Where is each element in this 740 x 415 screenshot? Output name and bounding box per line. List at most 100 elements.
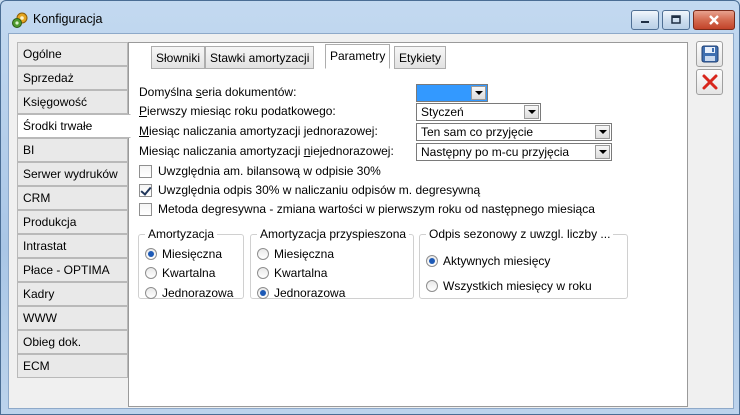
label-text: iesiąc naliczania amortyzacji jednorazow… (149, 124, 378, 138)
seria-select[interactable] (416, 84, 488, 102)
sidebar-item-crm[interactable]: CRM (17, 186, 128, 210)
sidebar-item-label: WWW (23, 311, 57, 325)
tab-stawki-amortyzacji[interactable]: Stawki amortyzacji (205, 46, 315, 69)
cancel-button[interactable] (696, 69, 723, 95)
checkbox-box[interactable] (139, 164, 152, 178)
tab-parametry[interactable]: Parametry (325, 44, 391, 69)
sidebar-item-label: Produkcja (23, 215, 77, 229)
jednorazowej-select[interactable]: Ten sam co przyjęcie (416, 123, 612, 141)
radio-label: Kwartalna (162, 266, 216, 280)
radio-przysp-miesieczna[interactable]: Miesięczna (257, 247, 334, 261)
radio-selected-icon[interactable] (145, 248, 157, 260)
sidebar-item-www[interactable]: WWW (17, 306, 128, 330)
group-amortyzacja-przyspieszona: Amortyzacja przyspieszona Miesięczna Kwa… (250, 227, 414, 300)
sidebar-item-bi[interactable]: BI (17, 138, 128, 162)
sidebar-item-ksiegowosc[interactable]: Księgowość (17, 90, 128, 114)
sidebar-item-srodki-trwale[interactable]: Środki trwałe (17, 114, 131, 138)
save-button[interactable] (696, 41, 723, 67)
radio-aktywnych-miesiecy[interactable]: Aktywnych miesięcy (426, 254, 550, 268)
checkbox-checked-icon[interactable] (139, 183, 152, 197)
group-title: Amortyzacja (145, 227, 218, 241)
maximize-button[interactable] (662, 10, 690, 30)
label-text: Miesiąc naliczania amortyzacji (139, 144, 304, 158)
radio-selected-icon[interactable] (257, 287, 269, 299)
minimize-button[interactable] (631, 10, 659, 30)
configuration-window: Konfiguracja Ogólne Sprzedaż Księgowość … (0, 0, 740, 415)
label-text: Domyślna (139, 85, 196, 99)
group-title: Odpis sezonowy z uwzgl. liczby ... (426, 227, 614, 241)
seria-label: Domyślna seria dokumentów: (139, 85, 296, 99)
sidebar-item-label: CRM (23, 191, 51, 205)
radio-icon[interactable] (257, 267, 269, 279)
pierwszy-label: Pierwszy miesiąc roku podatkowego: (139, 104, 336, 118)
niejednorazowej-label: Miesiąc naliczania amortyzacji niejednor… (139, 144, 394, 158)
chevron-down-icon[interactable] (471, 86, 486, 100)
sidebar-item-intrastat[interactable]: Intrastat (17, 234, 128, 258)
settings-panel: Słowniki Stawki amortyzacji Parametry Et… (128, 42, 688, 407)
chevron-down-icon[interactable] (595, 145, 610, 159)
checkbox-label: Metoda degresywna - zmiana wartości w pi… (158, 202, 595, 216)
label-text: iejednorazowej: (310, 144, 394, 158)
radio-amort-miesieczna[interactable]: Miesięczna (145, 247, 222, 261)
radio-selected-icon[interactable] (426, 255, 438, 267)
radio-amort-kwartalna[interactable]: Kwartalna (145, 266, 215, 280)
checkbox-label: Uwzględnia odpis 30% w naliczaniu odpisó… (158, 183, 481, 197)
radio-wszystkich-miesiecy[interactable]: Wszystkich miesięcy w roku (426, 279, 592, 293)
tab-etykiety[interactable]: Etykiety (394, 46, 447, 69)
close-icon (709, 15, 719, 25)
checkbox-metoda-degresywna[interactable]: Metoda degresywna - zmiana wartości w pi… (139, 202, 595, 216)
tab-slowniki[interactable]: Słowniki (151, 46, 206, 69)
sidebar-item-label: BI (23, 143, 35, 157)
radio-icon[interactable] (145, 267, 157, 279)
checkbox-box[interactable] (139, 202, 152, 216)
radio-label: Miesięczna (162, 247, 223, 261)
close-button[interactable] (693, 10, 735, 30)
group-odpis-sezonowy: Odpis sezonowy z uwzgl. liczby ... Aktyw… (419, 227, 628, 299)
select-value: Styczeń (421, 105, 464, 119)
jednorazowej-label: Miesiąc naliczania amortyzacji jednorazo… (139, 124, 378, 138)
title-bar[interactable]: Konfiguracja (1, 1, 739, 33)
sidebar-item-kadry[interactable]: Kadry (17, 282, 128, 306)
radio-icon[interactable] (426, 280, 438, 292)
sidebar: Ogólne Sprzedaż Księgowość Środki trwałe… (17, 42, 131, 378)
label-text: eria dokumentów: (201, 85, 297, 99)
sidebar-item-label: Kadry (23, 287, 55, 301)
tab-label: Słowniki (156, 51, 201, 65)
tab-label: Etykiety (399, 51, 442, 65)
client-area: Ogólne Sprzedaż Księgowość Środki trwałe… (8, 33, 734, 409)
sidebar-item-label: Obieg dok. (23, 335, 82, 349)
chevron-down-icon[interactable] (595, 125, 610, 139)
radio-icon[interactable] (145, 287, 157, 299)
sidebar-item-ogolne[interactable]: Ogólne (17, 42, 128, 66)
sidebar-item-label: Serwer wydruków (23, 167, 118, 181)
radio-label: Jednorazowa (162, 286, 234, 300)
radio-amort-jednorazowa[interactable]: Jednorazowa (145, 286, 233, 300)
radio-label: Jednorazowa (274, 286, 346, 300)
radio-icon[interactable] (257, 248, 269, 260)
select-value: Ten sam co przyjęcie (421, 125, 534, 139)
sidebar-item-serwer-wydrukow[interactable]: Serwer wydruków (17, 162, 128, 186)
minimize-icon (641, 21, 649, 23)
radio-przysp-jednorazowa[interactable]: Jednorazowa (257, 286, 345, 300)
radio-przysp-kwartalna[interactable]: Kwartalna (257, 266, 327, 280)
checkbox-bilansowa[interactable]: Uwzględnia am. bilansową w odpisie 30% (139, 164, 381, 178)
sidebar-item-label: Płace - OPTIMA (23, 263, 110, 277)
sidebar-item-ecm[interactable]: ECM (17, 354, 128, 378)
select-value: Następny po m-cu przyjęcia (421, 145, 570, 159)
sidebar-item-sprzedaz[interactable]: Sprzedaż (17, 66, 128, 90)
group-title: Amortyzacja przyspieszona (257, 227, 410, 241)
sidebar-item-produkcja[interactable]: Produkcja (17, 210, 128, 234)
sidebar-item-place-optima[interactable]: Płace - OPTIMA (17, 258, 128, 282)
niejednorazowej-select[interactable]: Następny po m-cu przyjęcia (416, 143, 612, 161)
pierwszy-miesiac-select[interactable]: Styczeń (416, 103, 541, 121)
radio-label: Wszystkich miesięcy w roku (443, 279, 592, 293)
checkbox-label: Uwzględnia am. bilansową w odpisie 30% (158, 164, 381, 178)
checkbox-odpis-30[interactable]: Uwzględnia odpis 30% w naliczaniu odpisó… (139, 183, 480, 197)
maximize-icon (671, 15, 681, 24)
sidebar-item-label: Środki trwałe (23, 119, 93, 133)
app-gears-icon (12, 12, 28, 28)
sidebar-item-obieg-dok[interactable]: Obieg dok. (17, 330, 128, 354)
tab-label: Stawki amortyzacji (210, 51, 310, 65)
chevron-down-icon[interactable] (524, 105, 539, 119)
label-text: ierwszy miesiąc roku podatkowego: (147, 104, 336, 118)
